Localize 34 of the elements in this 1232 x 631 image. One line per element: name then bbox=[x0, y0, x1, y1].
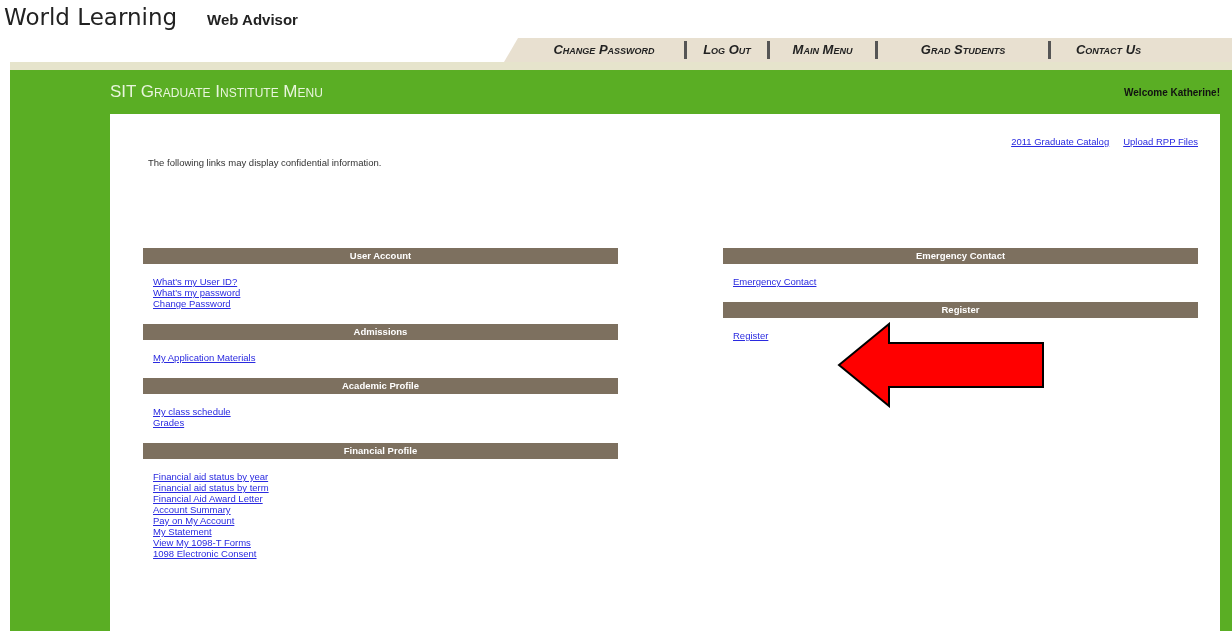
menu-link[interactable]: Grades bbox=[153, 417, 185, 428]
nav-link[interactable]: Log Out bbox=[687, 41, 770, 59]
menu-link[interactable]: Account Summary bbox=[153, 504, 231, 515]
nav-link[interactable]: Main Menu bbox=[770, 41, 878, 59]
nav-link[interactable]: Grad Students bbox=[878, 41, 1051, 59]
product-name: Web Advisor bbox=[207, 11, 298, 28]
menu-link[interactable]: Change Password bbox=[153, 298, 231, 309]
top-link[interactable]: 2011 Graduate Catalog bbox=[1011, 136, 1110, 147]
menu-link[interactable]: What's my password bbox=[153, 287, 241, 298]
menu-link[interactable]: Register bbox=[733, 330, 769, 341]
menu-link[interactable]: Emergency Contact bbox=[733, 276, 817, 287]
section-header: Academic Profile bbox=[143, 378, 618, 394]
menu-link[interactable]: 1098 Electronic Consent bbox=[153, 548, 257, 559]
nav-link[interactable]: Contact Us bbox=[1051, 41, 1166, 59]
menu-link[interactable]: My Application Materials bbox=[153, 352, 256, 363]
section-header: User Account bbox=[143, 248, 618, 264]
welcome-text: Welcome Katherine! bbox=[1124, 86, 1220, 98]
section-header: Financial Profile bbox=[143, 443, 618, 459]
menu-link[interactable]: My Statement bbox=[153, 526, 212, 537]
menu-link[interactable]: Financial aid status by term bbox=[153, 482, 269, 493]
section-header: Admissions bbox=[143, 324, 618, 340]
page-title: SIT Graduate Institute Menu bbox=[110, 82, 323, 102]
notice-text: The following links may display confidential information. bbox=[148, 157, 383, 168]
section-header: Register bbox=[723, 302, 1198, 318]
nav-link[interactable]: Change Password bbox=[524, 41, 687, 59]
menu-link[interactable]: What's my User ID? bbox=[153, 276, 238, 287]
menu-link[interactable]: View My 1098-T Forms bbox=[153, 537, 251, 548]
brand-logo-text: World Learning bbox=[4, 4, 178, 30]
menu-link[interactable]: Financial Aid Award Letter bbox=[153, 493, 263, 504]
menu-link[interactable]: My class schedule bbox=[153, 406, 231, 417]
top-link[interactable]: Upload RPP Files bbox=[1123, 136, 1198, 147]
section-header: Emergency Contact bbox=[723, 248, 1198, 264]
menu-link[interactable]: Financial aid status by year bbox=[153, 471, 269, 482]
menu-link[interactable]: Pay on My Account bbox=[153, 515, 235, 526]
